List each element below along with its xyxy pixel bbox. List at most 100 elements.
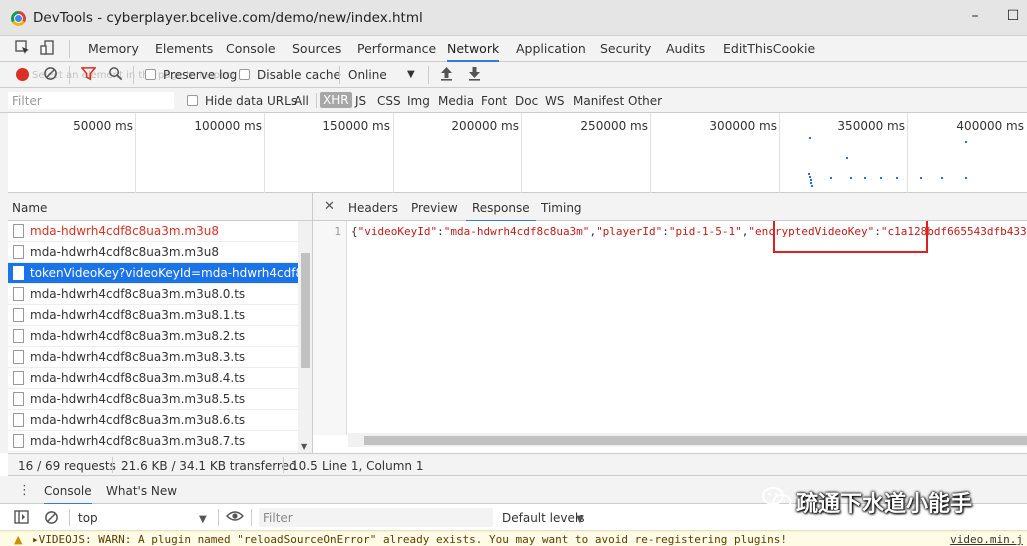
filter-funnel-icon[interactable] (80, 66, 97, 85)
tab-timing[interactable]: Timing (541, 201, 582, 220)
close-icon[interactable]: ✕ (324, 199, 335, 214)
search-icon[interactable] (108, 66, 123, 85)
log-levels-select[interactable]: Default levels (502, 511, 584, 526)
scroll-down-icon[interactable]: ▼ (301, 442, 307, 451)
json-key: "videoKeyId" (357, 225, 438, 238)
tab-application[interactable]: Application (516, 41, 586, 60)
hide-data-urls-label: Hide data URLs (205, 94, 298, 108)
hide-data-urls-checkbox[interactable] (187, 95, 198, 106)
tab-console[interactable]: Console (226, 41, 276, 60)
timeline-request-dot (864, 177, 866, 179)
request-row[interactable]: mda-hdwrh4cdf8c8ua3m.m3u8.7.ts (8, 431, 298, 452)
detail-tabs: ✕ Headers Preview Response Timing (313, 193, 1027, 222)
response-horizontal-scrollbar[interactable] (348, 433, 1027, 447)
export-har-icon[interactable] (468, 66, 481, 85)
tab-network[interactable]: Network (447, 41, 500, 62)
clear-icon[interactable] (43, 66, 58, 85)
timeline-request-dot (920, 177, 922, 179)
minimize-button[interactable]: – (965, 8, 985, 24)
request-row[interactable]: mda-hdwrh4cdf8c8ua3m.m3u8.2.ts (8, 326, 298, 347)
scrollbar-thumb[interactable] (364, 436, 1027, 445)
transferred-size: 21.6 KB / 34.1 KB transferred (121, 459, 297, 473)
throttling-select[interactable]: Online (348, 68, 387, 82)
file-icon (13, 413, 24, 427)
json-colon: : (662, 225, 669, 238)
inspect-element-icon[interactable] (15, 40, 31, 60)
type-filter-all[interactable]: All (294, 94, 309, 108)
request-row-selected[interactable]: tokenVideoKey?videoKeyId=mda-hdwrh4cdf8c… (8, 263, 298, 284)
tab-elements[interactable]: Elements (155, 41, 213, 60)
timeline-request-dot (811, 185, 813, 187)
timeline-request-dot (810, 179, 812, 181)
maximize-button[interactable]: ☐ (1003, 8, 1023, 24)
request-row[interactable]: mda-hdwrh4cdf8c8ua3m.m3u8 (8, 221, 298, 242)
response-code[interactable]: {"videoKeyId":"mda-hdwrh4cdf8c8ua3m","pl… (351, 221, 1027, 253)
tab-editthiscookie[interactable]: EditThisCookie (723, 41, 815, 60)
scrollbar-thumb[interactable] (301, 253, 310, 368)
type-filter-manifest[interactable]: Manifest (573, 94, 624, 108)
cursor-position: Line 1, Column 1 (322, 459, 424, 473)
response-viewer[interactable]: 1 {"videoKeyId":"mda-hdwrh4cdf8c8ua3m","… (313, 221, 1027, 435)
record-button[interactable] (16, 68, 29, 81)
request-name: mda-hdwrh4cdf8c8ua3m.m3u8.1.ts (30, 308, 246, 322)
timeline-request-dot (810, 182, 812, 184)
throttling-dropdown-icon[interactable]: ▼ (407, 69, 415, 80)
tab-console-drawer[interactable]: Console (44, 484, 92, 505)
console-sidebar-icon[interactable] (14, 510, 29, 528)
filter-input[interactable] (8, 92, 174, 109)
context-dropdown-icon[interactable]: ▼ (199, 512, 207, 527)
request-row[interactable]: mda-hdwrh4cdf8c8ua3m.m3u8.3.ts (8, 347, 298, 368)
name-column-header[interactable]: Name (8, 193, 313, 221)
request-row[interactable]: mda-hdwrh4cdf8c8ua3m.m3u8 (8, 242, 298, 263)
request-list-scrollbar[interactable]: ▼ (298, 221, 312, 453)
tab-security[interactable]: Security (600, 41, 651, 60)
network-timeline-overview[interactable]: 50000 ms 100000 ms 150000 ms 200000 ms 2… (8, 113, 1027, 193)
toolbar-divider (69, 66, 70, 84)
device-toolbar-icon[interactable] (40, 40, 56, 60)
request-row[interactable]: mda-hdwrh4cdf8c8ua3m.m3u8.5.ts (8, 389, 298, 410)
tab-preview[interactable]: Preview (411, 201, 458, 220)
toolbar-divider (218, 509, 219, 526)
type-filter-img[interactable]: Img (407, 94, 430, 108)
timeline-request-dot (965, 141, 967, 143)
tab-memory[interactable]: Memory (88, 41, 139, 60)
file-icon (13, 434, 24, 448)
tab-audits[interactable]: Audits (666, 41, 705, 60)
request-row[interactable]: mda-hdwrh4cdf8c8ua3m.m3u8.0.ts (8, 284, 298, 305)
request-name: mda-hdwrh4cdf8c8ua3m.m3u8 (30, 245, 219, 259)
tab-performance[interactable]: Performance (357, 41, 436, 60)
request-row[interactable]: mda-hdwrh4cdf8c8ua3m.m3u8.6.ts (8, 410, 298, 431)
type-filter-other[interactable]: Other (628, 94, 662, 108)
tab-whats-new[interactable]: What's New (106, 484, 177, 503)
timeline-request-dot (941, 177, 943, 179)
type-filter-js[interactable]: JS (355, 94, 366, 108)
import-har-icon[interactable] (440, 66, 453, 85)
type-filter-media[interactable]: Media (438, 94, 474, 108)
file-icon (13, 245, 24, 259)
warning-message: ▸VIDEOJS: WARN: A plugin named "reloadSo… (32, 533, 787, 546)
eye-icon[interactable] (225, 509, 245, 527)
type-filter-doc[interactable]: Doc (515, 94, 538, 108)
tab-headers[interactable]: Headers (348, 201, 398, 220)
tab-response[interactable]: Response (466, 201, 536, 222)
warning-source-link[interactable]: video.min.j (950, 533, 1023, 546)
type-filter-css[interactable]: CSS (377, 94, 401, 108)
status-divider (283, 457, 284, 473)
type-filter-font[interactable]: Font (481, 94, 507, 108)
tab-sources[interactable]: Sources (292, 41, 341, 60)
file-icon (13, 224, 24, 238)
wechat-logo-icon (762, 486, 792, 512)
console-filter-input[interactable] (259, 508, 493, 527)
disable-cache-checkbox[interactable] (239, 69, 250, 80)
context-select[interactable]: top (78, 511, 98, 526)
type-filter-xhr[interactable]: XHR (320, 92, 352, 108)
request-row[interactable]: mda-hdwrh4cdf8c8ua3m.m3u8.1.ts (8, 305, 298, 326)
levels-dropdown-icon[interactable]: ▼ (576, 512, 584, 527)
json-value: "mda-hdwrh4cdf8c8ua3m" (443, 225, 590, 238)
drawer-menu-icon[interactable]: ⋮ (18, 483, 31, 498)
type-filter-ws[interactable]: WS (545, 94, 564, 108)
console-warning-row[interactable]: ▲ ▸VIDEOJS: WARN: A plugin named "reload… (0, 531, 1027, 546)
preserve-log-checkbox[interactable] (145, 69, 156, 80)
clear-console-icon[interactable] (44, 510, 59, 529)
request-row[interactable]: mda-hdwrh4cdf8c8ua3m.m3u8.4.ts (8, 368, 298, 389)
